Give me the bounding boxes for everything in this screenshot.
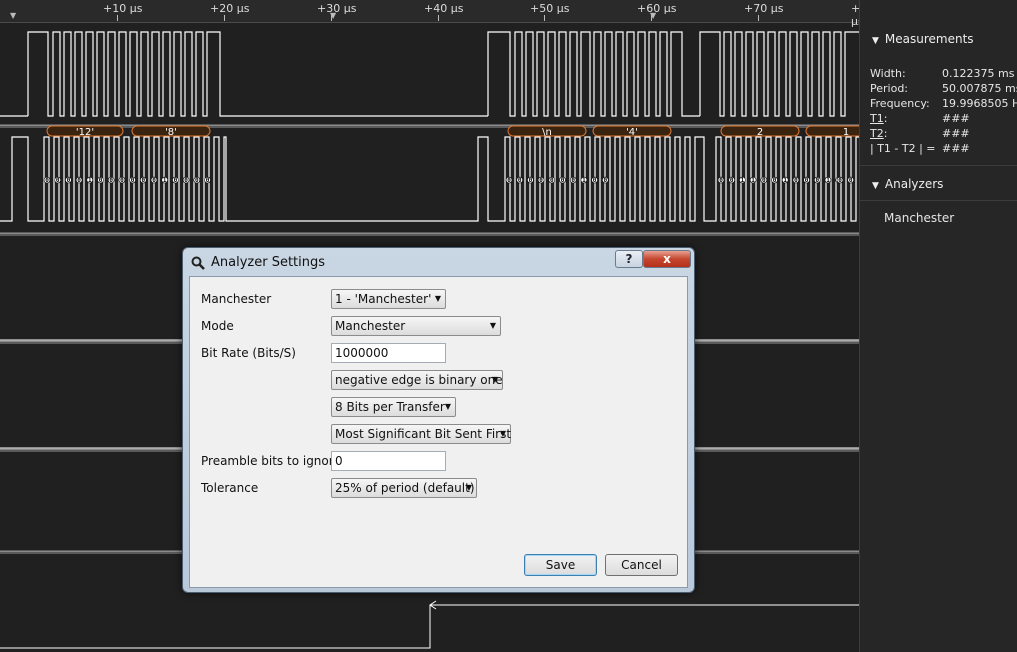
bit-marker-value: 0 <box>561 177 565 184</box>
panel-divider <box>860 200 1017 201</box>
bit-marker-value: 0 <box>184 177 188 184</box>
bit-marker-value: 0 <box>109 177 113 184</box>
bit-marker-value: 0 <box>56 177 60 184</box>
dropdown-arrow-icon: ▼ <box>499 429 506 438</box>
period-row: Period: 50.007875 ms <box>870 82 1017 95</box>
preamble-label: Preamble bits to ignore <box>201 454 341 468</box>
bit-marker-value: 0 <box>77 177 81 184</box>
dropdown-arrow-icon: ▼ <box>489 321 496 330</box>
t1-link[interactable]: T1 <box>870 112 884 125</box>
frequency-row: Frequency:19.9968505 Hz <box>870 97 1017 110</box>
bit-marker-value: 0 <box>99 177 103 184</box>
magnifier-icon <box>191 256 205 270</box>
manchester-select[interactable]: 1 - 'Manchester' ▼ <box>331 289 446 309</box>
t1-row[interactable]: T1: ### <box>870 111 970 126</box>
dialog-title: Analyzer Settings <box>211 255 326 270</box>
bit-marker-value: 0 <box>773 177 777 184</box>
bit-marker-value: 0 <box>67 177 71 184</box>
bit-marker-value: 0 <box>45 177 49 184</box>
bit-marker-value: 1 <box>826 177 830 184</box>
bitrate-label: Bit Rate (Bits/S) <box>201 346 296 360</box>
bit-marker-value: 0 <box>550 177 554 184</box>
bit-marker-value: 0 <box>518 177 522 184</box>
bit-marker-value: 0 <box>603 177 607 184</box>
channel-1-waveform <box>0 31 859 117</box>
decoded-frame-label: 1 <box>843 127 849 138</box>
bit-marker-value: 0 <box>794 177 798 184</box>
bit-marker-value: 0 <box>195 177 199 184</box>
dialog-body: Manchester 1 - 'Manchester' ▼ Mode Manche… <box>189 276 688 588</box>
analyzer-item-manchester[interactable]: Manchester <box>884 211 954 226</box>
side-panel: ▼ Measurements Width: 0.122375 ms Period: 5… <box>859 0 1017 652</box>
tolerance-select[interactable]: 25% of period (default) ▼ <box>331 478 477 498</box>
bit-marker-value: 1 <box>751 177 755 184</box>
bit-marker-value: 0 <box>141 177 145 184</box>
bit-marker-value: 0 <box>206 177 210 184</box>
bit-marker-value: 0 <box>805 177 809 184</box>
diff-row: | T1 - T2 | = ### <box>870 142 970 155</box>
preamble-input[interactable] <box>331 451 446 471</box>
bit-marker-value: 1 <box>783 177 787 184</box>
bit-marker-value: 0 <box>120 177 124 184</box>
dropdown-arrow-icon: ▼ <box>444 402 451 411</box>
decoded-frame-label: 2 <box>757 127 763 138</box>
analyzers-header[interactable]: ▼ Analyzers <box>860 173 1017 195</box>
bit-marker-value: 0 <box>174 177 178 184</box>
bit-marker-value: 0 <box>849 177 853 184</box>
dropdown-arrow-icon: ▼ <box>491 375 498 384</box>
bit-marker-value: 0 <box>152 177 156 184</box>
mode-label: Mode <box>201 319 234 333</box>
close-button[interactable]: x <box>643 250 691 268</box>
collapse-triangle-icon: ▼ <box>872 181 879 191</box>
bit-marker-value: 0 <box>762 177 766 184</box>
analyzer-settings-dialog: Analyzer Settings ? x Manchester 1 - 'Ma… <box>182 247 695 593</box>
bit-marker-value: 1 <box>582 177 586 184</box>
bitrate-input[interactable] <box>331 343 446 363</box>
decoded-frame-label: '12' <box>76 127 94 138</box>
decoded-frame-label: '4' <box>626 127 638 138</box>
manchester-label: Manchester <box>201 292 272 306</box>
close-icon: x <box>663 252 671 266</box>
cancel-button[interactable]: Cancel <box>605 554 678 576</box>
t2-row[interactable]: T2: ### <box>870 126 970 141</box>
decoded-frame-bubble <box>805 125 859 137</box>
bit-marker-value: 0 <box>593 177 597 184</box>
bit-marker-value: 1 <box>163 177 167 184</box>
bit-marker-value: 1 <box>88 177 92 184</box>
measurements-header[interactable]: ▼ Measurements <box>860 28 1017 50</box>
bit-marker-value: 0 <box>815 177 819 184</box>
decoded-frame-label: \n <box>542 127 552 138</box>
channel-5-waveform <box>0 604 859 649</box>
bit-marker-value: 0 <box>719 177 723 184</box>
bit-marker-value: 0 <box>539 177 543 184</box>
bit-marker-value: 0 <box>730 177 734 184</box>
collapse-triangle-icon: ▼ <box>872 36 879 46</box>
width-row: Width: 0.122375 ms <box>870 67 1015 80</box>
bit-marker-value: 0 <box>571 177 575 184</box>
panel-divider <box>860 165 1017 166</box>
bit-marker-value: 0 <box>838 177 842 184</box>
dropdown-arrow-icon: ▼ <box>465 483 472 492</box>
bit-marker-value: 0 <box>529 177 533 184</box>
bits-per-transfer-select[interactable]: 8 Bits per Transfer ▼ <box>331 397 456 417</box>
bit-order-select[interactable]: Most Significant Bit Sent First ▼ <box>331 424 511 444</box>
channel-divider <box>0 233 859 234</box>
save-button[interactable]: Save <box>524 554 597 576</box>
bit-marker-value: 0 <box>131 177 135 184</box>
help-button[interactable]: ? <box>615 250 643 268</box>
bit-marker-value: 1 <box>741 177 745 184</box>
t2-link[interactable]: T2 <box>870 127 884 140</box>
mode-select[interactable]: Manchester ▼ <box>331 316 501 336</box>
bit-marker-value: 0 <box>507 177 511 184</box>
decoded-frame-label: '8' <box>165 127 177 138</box>
dropdown-arrow-icon: ▼ <box>434 294 441 303</box>
tolerance-label: Tolerance <box>201 481 259 495</box>
edge-select[interactable]: negative edge is binary one ▼ <box>331 370 503 390</box>
